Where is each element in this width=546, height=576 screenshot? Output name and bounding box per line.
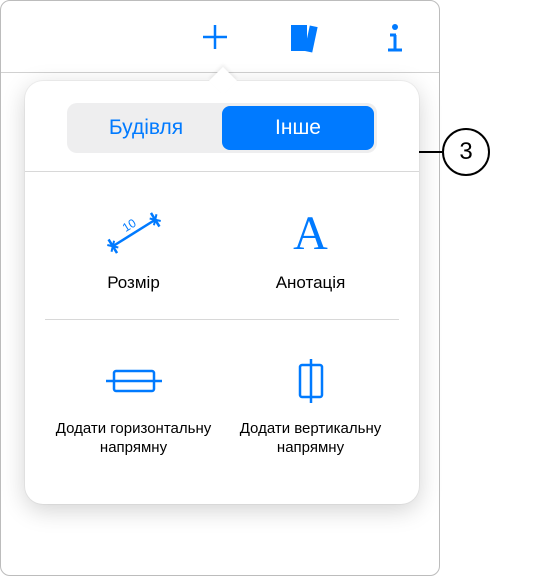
item-hguide[interactable]: Додати горизонтальну напрямну: [45, 344, 222, 476]
panel-container: Будівля Інше: [0, 0, 440, 576]
annotation-icon: A: [293, 204, 328, 262]
add-button[interactable]: [197, 19, 233, 55]
info-button[interactable]: [377, 19, 413, 55]
item-label: Додати вертикальну напрямну: [226, 420, 395, 458]
add-popover: Будівля Інше: [25, 81, 419, 504]
item-dimension[interactable]: 10 Розмір: [45, 196, 222, 311]
segment-building[interactable]: Будівля: [70, 106, 222, 150]
hguide-icon: [104, 352, 164, 410]
item-grid-2: Додати горизонтальну напрямну Додати вер…: [25, 320, 419, 484]
books-icon: [288, 20, 322, 54]
dimension-icon: 10: [103, 204, 165, 262]
callout-number: 3: [442, 128, 490, 176]
item-label: Розмір: [107, 272, 160, 293]
info-icon: [380, 20, 410, 54]
item-vguide[interactable]: Додати вертикальну напрямну: [222, 344, 399, 476]
item-label: Анотація: [276, 272, 346, 293]
vguide-icon: [286, 352, 336, 410]
toolbar: [1, 1, 439, 73]
library-button[interactable]: [287, 19, 323, 55]
item-label: Додати горизонтальну напрямну: [49, 420, 218, 458]
segment-other[interactable]: Інше: [222, 106, 374, 150]
plus-icon: [199, 21, 231, 53]
item-grid-1: 10 Розмір A Анотація: [25, 172, 419, 319]
item-annotation[interactable]: A Анотація: [222, 196, 399, 311]
segmented-control[interactable]: Будівля Інше: [67, 103, 377, 153]
